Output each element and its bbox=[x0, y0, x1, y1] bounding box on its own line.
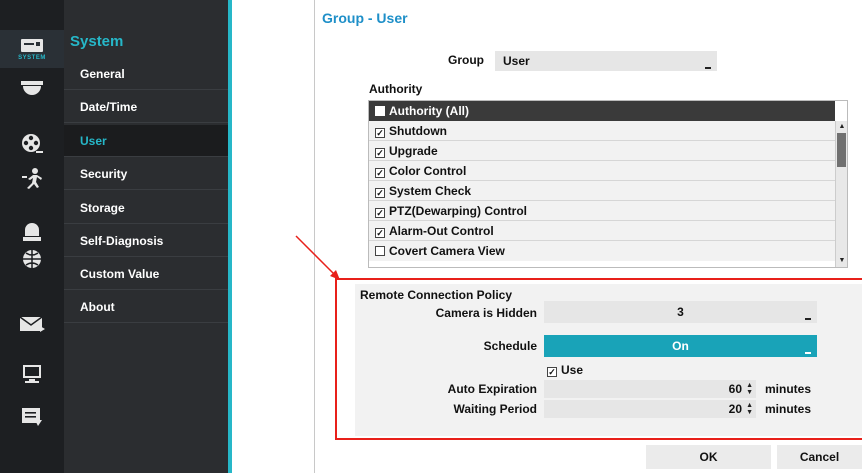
rail-event[interactable] bbox=[0, 160, 64, 198]
menu-title: System bbox=[70, 33, 124, 50]
rail-camera[interactable] bbox=[0, 70, 64, 108]
authority-item[interactable]: Covert Camera View bbox=[369, 241, 835, 261]
checkbox-checked-icon[interactable]: ✓ bbox=[375, 128, 385, 138]
display-icon bbox=[23, 365, 41, 383]
checkbox-unchecked-icon[interactable] bbox=[375, 246, 385, 256]
film-reel-icon bbox=[22, 134, 43, 153]
menu-item-user[interactable]: User bbox=[64, 125, 228, 157]
authority-all-row[interactable]: Authority (All) bbox=[369, 101, 835, 121]
checkbox-checked-icon[interactable]: ✓ bbox=[375, 168, 385, 178]
group-label: Group bbox=[448, 53, 484, 67]
authority-scrollbar[interactable]: ▲ ▼ bbox=[835, 121, 847, 267]
group-select[interactable]: User bbox=[495, 51, 717, 71]
authority-all-label: Authority (All) bbox=[389, 104, 469, 118]
authority-item-label: Covert Camera View bbox=[389, 244, 505, 258]
authority-item-label: System Check bbox=[389, 184, 472, 198]
rail-notes[interactable] bbox=[0, 398, 64, 436]
group-select-value: User bbox=[503, 54, 530, 68]
motion-person-icon bbox=[22, 168, 42, 189]
menu-item-self-diagnosis[interactable]: Self-Diagnosis bbox=[64, 225, 228, 257]
checkbox-icon[interactable] bbox=[375, 106, 385, 116]
mail-icon bbox=[19, 316, 45, 332]
dropdown-caret-icon bbox=[705, 67, 711, 69]
authority-item[interactable]: ✓ Color Control bbox=[369, 161, 835, 181]
menu-item-security[interactable]: Security bbox=[64, 158, 228, 190]
authority-item[interactable]: ✓ Upgrade bbox=[369, 141, 835, 161]
notes-icon bbox=[22, 408, 42, 426]
authority-list: Authority (All) ✓ Shutdown ✓ Upgrade ✓ Colo… bbox=[368, 100, 848, 268]
authority-item-label: Upgrade bbox=[389, 144, 438, 158]
rail-display[interactable] bbox=[0, 355, 64, 393]
icon-rail: SYSTEM bbox=[0, 0, 64, 473]
network-globe-icon bbox=[23, 250, 41, 268]
authority-item[interactable]: ✓ System Check bbox=[369, 181, 835, 201]
scrollbar-thumb[interactable] bbox=[837, 133, 846, 167]
dome-camera-icon bbox=[21, 81, 43, 95]
menu-item-custom-value[interactable]: Custom Value bbox=[64, 258, 228, 290]
rail-system[interactable]: SYSTEM bbox=[0, 30, 64, 68]
menu-item-storage[interactable]: Storage bbox=[64, 192, 228, 224]
authority-item-label: Shutdown bbox=[389, 124, 447, 138]
rail-record[interactable] bbox=[0, 125, 64, 163]
authority-item-label: Color Control bbox=[389, 164, 467, 178]
rail-system-caption: SYSTEM bbox=[18, 54, 46, 61]
monitor-settings-icon bbox=[21, 38, 43, 52]
authority-item-label: PTZ(Dewarping) Control bbox=[389, 204, 527, 218]
authority-item[interactable]: ✓ PTZ(Dewarping) Control bbox=[369, 201, 835, 221]
checkbox-checked-icon[interactable]: ✓ bbox=[375, 148, 385, 158]
cancel-button[interactable]: Cancel bbox=[777, 445, 862, 469]
menu-item-datetime[interactable]: Date/Time bbox=[64, 91, 228, 123]
highlight-frame bbox=[335, 278, 862, 440]
authority-item[interactable]: ✓ Shutdown bbox=[369, 121, 835, 141]
menu-accent-edge bbox=[228, 0, 232, 473]
rail-network[interactable] bbox=[0, 240, 64, 278]
checkbox-checked-icon[interactable]: ✓ bbox=[375, 228, 385, 238]
checkbox-checked-icon[interactable]: ✓ bbox=[375, 188, 385, 198]
scroll-up-arrow-icon[interactable]: ▲ bbox=[838, 123, 846, 131]
checkbox-checked-icon[interactable]: ✓ bbox=[375, 208, 385, 218]
page-title: Group - User bbox=[322, 10, 408, 26]
category-menu: System General Date/Time User Security S… bbox=[64, 0, 228, 473]
content-divider bbox=[314, 0, 315, 473]
menu-item-general[interactable]: General bbox=[64, 58, 228, 90]
scroll-down-arrow-icon[interactable]: ▼ bbox=[838, 257, 846, 265]
menu-item-about[interactable]: About bbox=[64, 291, 228, 323]
ok-button[interactable]: OK bbox=[646, 445, 771, 469]
authority-item[interactable]: ✓ Alarm-Out Control bbox=[369, 221, 835, 241]
rail-notification[interactable] bbox=[0, 305, 64, 343]
authority-label: Authority bbox=[369, 82, 423, 96]
authority-item-label: Alarm-Out Control bbox=[389, 224, 494, 238]
